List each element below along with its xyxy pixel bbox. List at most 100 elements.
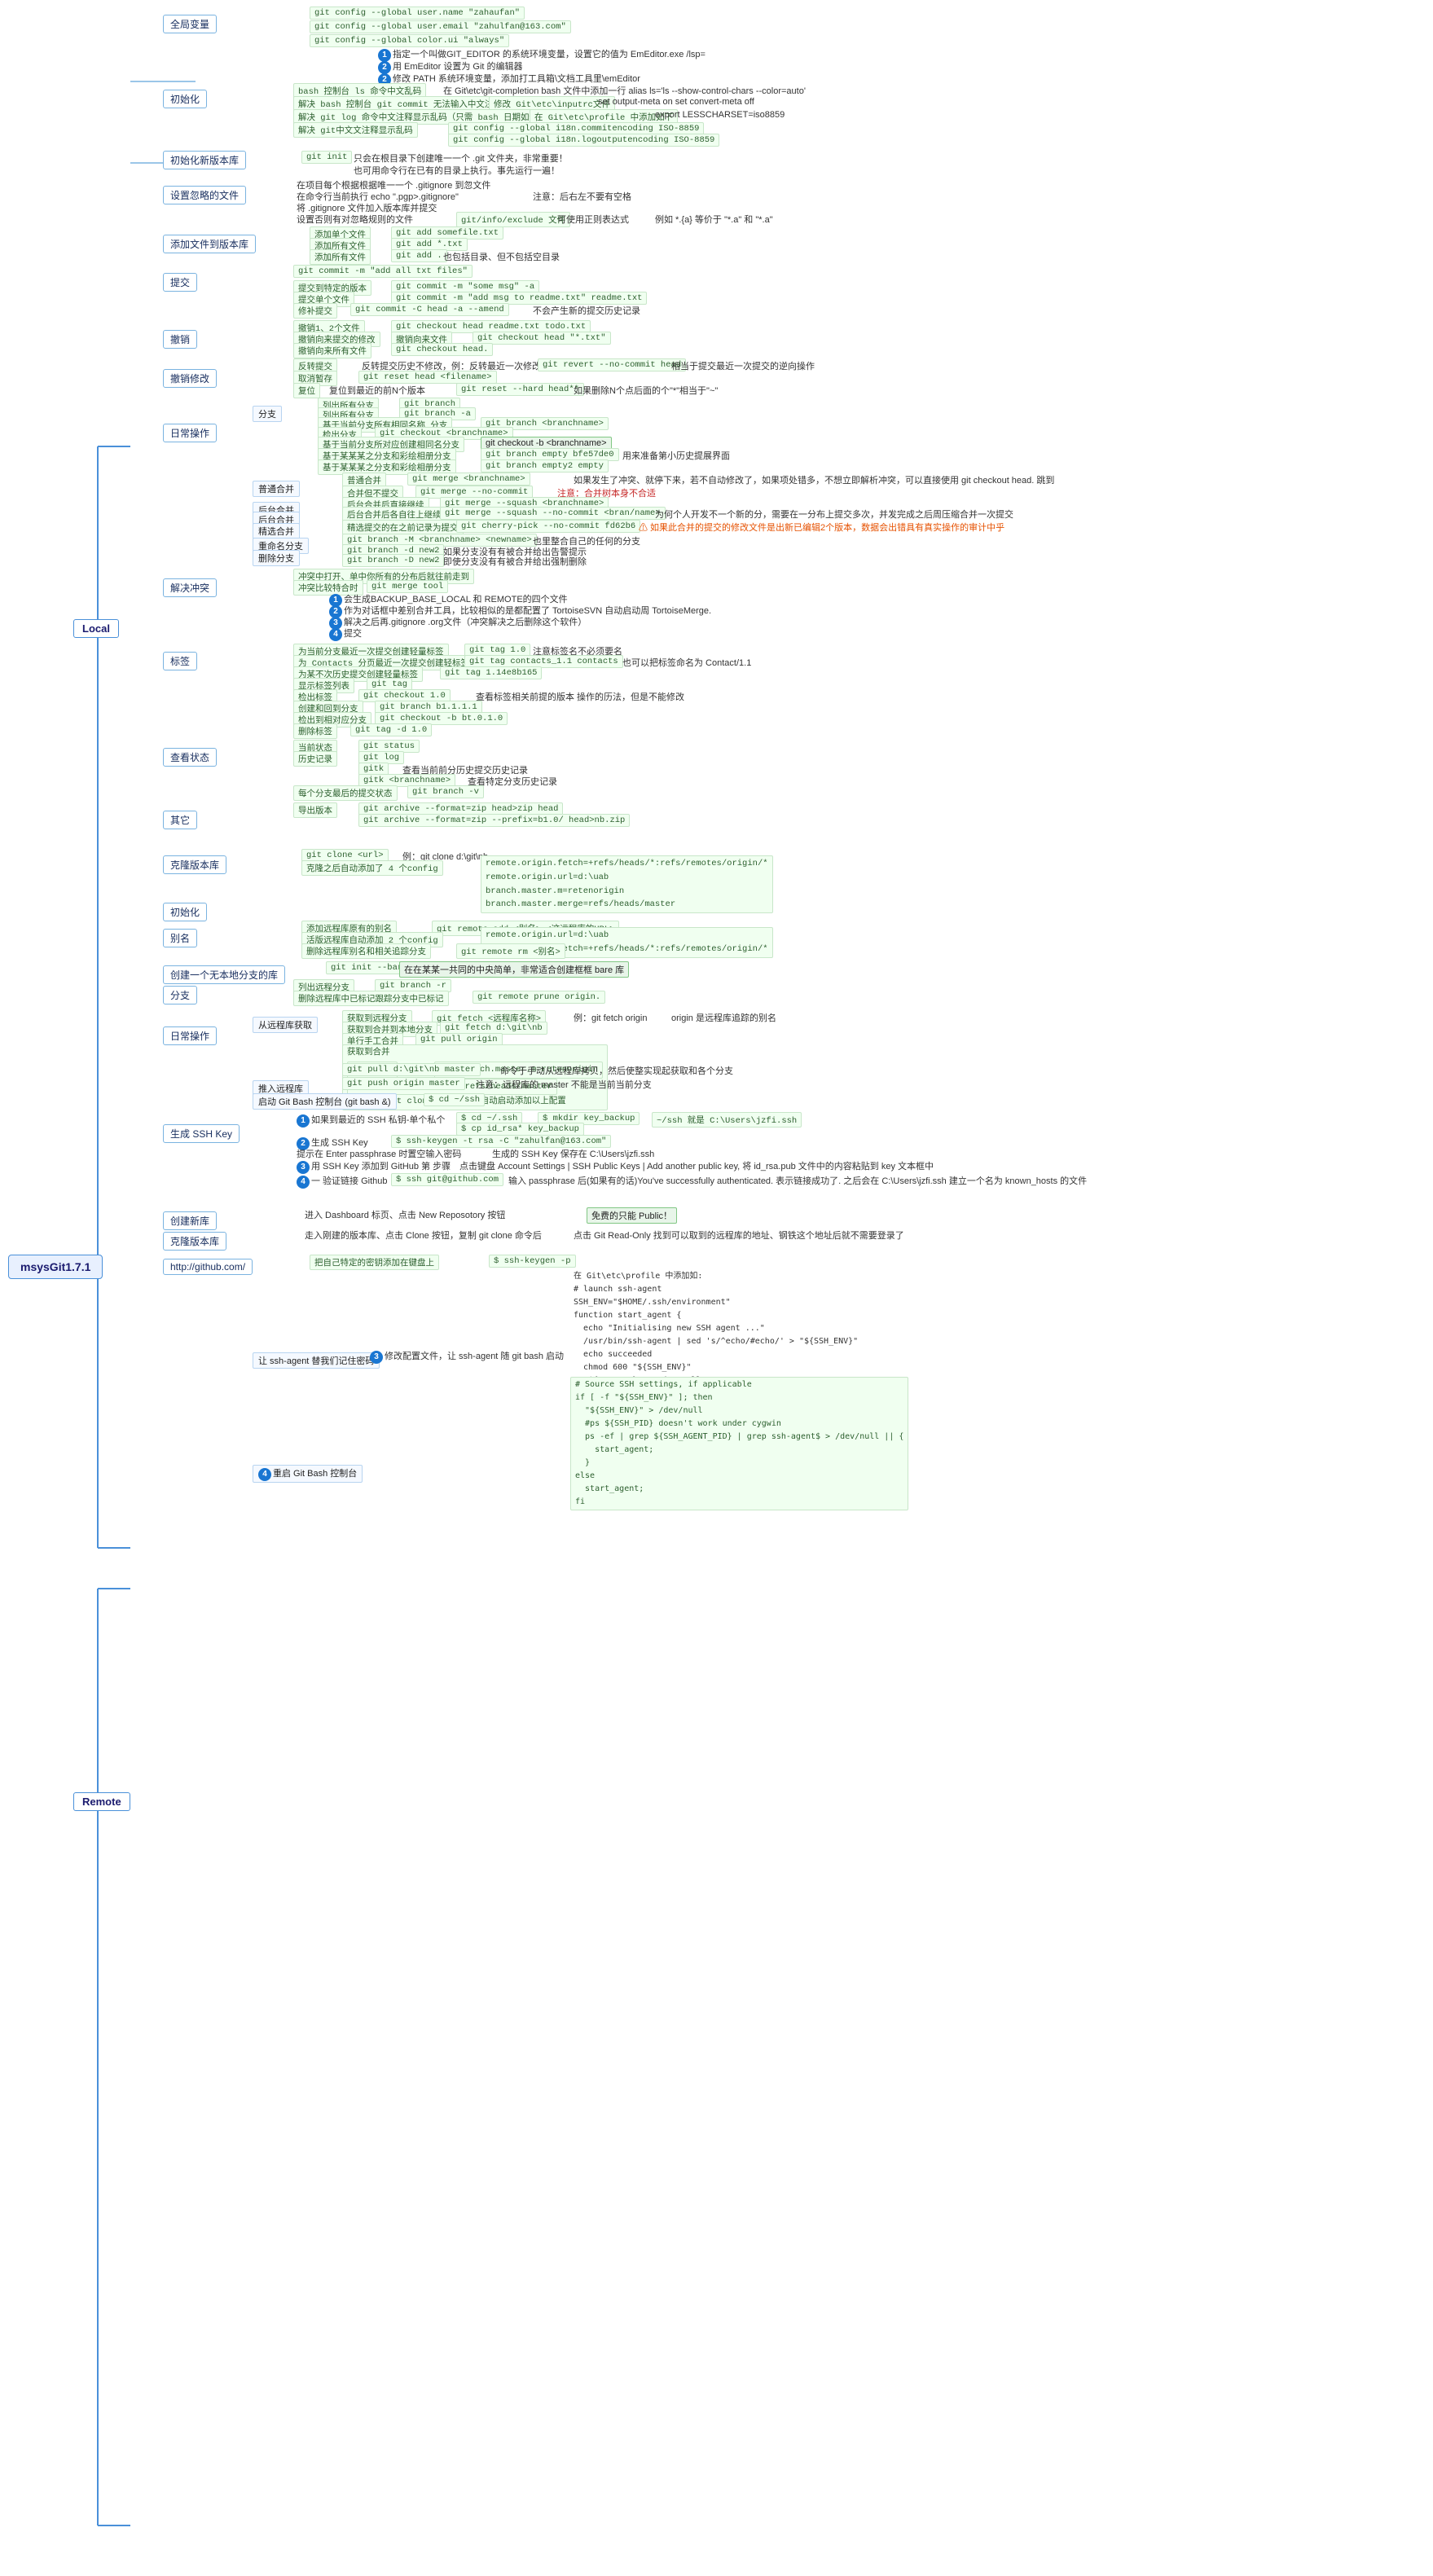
r-clone-config: 克隆之后自动添加了 4 个config [301, 860, 443, 876]
ci-tip1-note: 注意：后右左不要有空格 [530, 189, 635, 204]
um-reset-desc: 复位到最近的前N个版本 [326, 383, 429, 398]
r-alias-delete-git: git remote rm <别名> [456, 943, 565, 959]
r-create-new: 创建新库 [163, 1211, 217, 1230]
t-delete-git: git tag -d 1.0 [350, 723, 432, 736]
init-new-repo: 初始化新版本库 [163, 151, 246, 169]
um-cancel-git: git reset head <filename> [358, 371, 497, 384]
b-empty-tip: 用来准备第小历史提展界面 [619, 448, 733, 463]
r-pull-2: git pull d:\git\nb master [342, 1063, 481, 1076]
r-branch-prune-git: git remote prune origin. [473, 991, 605, 1004]
m-cmd1-git: git merge <branchname> [407, 473, 530, 486]
delete-branch: 删除分支 [253, 550, 300, 566]
r-ssh-agent: 让 ssh-agent 替我们记住密码 [253, 1352, 380, 1369]
commit-cmd4: 修补提交 [293, 303, 337, 319]
r-clone-github-tip: 点击 Git Read-Only 找到可以取到的远程库的地址、钢铁这个地址后就不… [570, 1228, 815, 1242]
r-ssh-step1-cmd3: ~/ssh 就是 C:\Users\jzfi.ssh [652, 1112, 802, 1128]
mindmap-container: msysGit1.7.1 Local Remote 全局变量 git confi… [0, 0, 1433, 2576]
r-create-new-free: 免费的只能 Public！ [587, 1207, 677, 1224]
r-create-bare: 创建一个无本地分支的库 [163, 965, 285, 984]
cs-all-branch: 每个分支最后的提交状态 [293, 785, 398, 801]
r-push-tip: 注意：远程库的 master 不能是当前当前分支 [473, 1077, 655, 1092]
ci-desc3: 设置否则有对忽略规则的文件 [293, 212, 416, 226]
r-init: 初始化 [163, 903, 207, 921]
tags-heading: 标签 [163, 652, 197, 670]
remote-section: Remote [73, 1792, 130, 1811]
r-branch: 分支 [163, 986, 197, 1004]
checkout-2a-git: git checkout head "*.txt" [473, 332, 611, 345]
r-bash-start: 启动 Git Bash 控制台 (git bash &) [253, 1093, 397, 1110]
commit-heading: 提交 [163, 273, 197, 292]
cp-warn: ⚠ 如果此合并的提交的修改文件是出新已编辑2个版本，数据会出错具有真实操作的审计… [635, 520, 880, 534]
r-ssh-step3-detail: 点击键盘 Account Settings | SSH Public Keys … [456, 1158, 864, 1173]
commit-cmd1: git commit -m "add all txt files" [293, 265, 473, 278]
r-ssh-agent-step: 3修改配置文件，让 ssh-agent 随 git bash 启动 [367, 1348, 567, 1365]
r-ssh-source: # Source SSH settings, if applicable if … [570, 1377, 908, 1510]
init-bash2-detail: set output-meta on set convert-meta off [595, 96, 758, 108]
commit-cmd4-git: git commit -C head -a --amend [350, 303, 509, 316]
add-files: 添加文件到版本库 [163, 235, 256, 253]
r-clone-github-step: 走入刚建的版本库、点击 Clone 按钮，复制 git clone 命令后 [301, 1228, 545, 1242]
r-fetch-tip1: 例：git fetch origin [570, 1010, 650, 1025]
r-clone-config-detail: remote.origin.fetch=+refs/heads/*:refs/r… [481, 855, 773, 913]
t-delete: 删除标签 [293, 723, 337, 739]
checkout-3: 撤销向来所有文件 [293, 343, 371, 358]
t-contacts-tip: 也可以把标签命名为 Contact/1.1 [619, 655, 754, 670]
daily-ops: 日常操作 [163, 424, 217, 442]
r-ssh-step1: 1如果到最近的 SSH 私钥-单个私个 [293, 1112, 448, 1128]
r-alias: 别名 [163, 929, 197, 947]
init-bash4-cmd2: git config --global i18n.logoutputencodi… [448, 134, 719, 147]
init-bash3-detail: export LESSCHARSET=iso8859 [652, 109, 788, 121]
local-section: Local [73, 619, 119, 638]
init-heading: 初始化 [163, 90, 207, 108]
t-checkout-tip: 查看标签相关前提的版本 操作的历法，但是不能修改 [473, 689, 688, 704]
init-bash4: 解决 git中文文注释显示乱码 [293, 122, 418, 138]
r-ssh-gen: 生成 SSH Key [163, 1124, 240, 1143]
config-ignore: 设置忽略的文件 [163, 186, 246, 204]
r-ssh-step4-tip: 输入 passphrase 后(如果有的话)You've successfull… [505, 1173, 912, 1188]
other-heading: 其它 [163, 811, 197, 829]
global-var-heading: 全局变量 [163, 15, 217, 33]
init-new-tip: 也可用命令行在已有的目录上执行。事先运行一遍！ [350, 163, 563, 178]
r-github-ssh-cmd: $ ssh-keygen -p [489, 1255, 576, 1268]
branch-sub: 分支 [253, 406, 282, 422]
other-archive: 导出版本 [293, 802, 337, 818]
r-clone-github: 克隆版本库 [163, 1232, 226, 1251]
rc-tip5: 4提交 [326, 626, 365, 642]
checkout-heading: 撤销 [163, 330, 197, 349]
check-status: 查看状态 [163, 748, 217, 767]
other-archive-git2: git archive --format=zip --prefix=b1.0/ … [358, 814, 630, 827]
r-restart-bash: 4重启 Git Bash 控制台 [253, 1465, 363, 1483]
r-ssh-step4: 4一 验证链接 Github [293, 1173, 391, 1189]
t-specific-git: git tag 1.14e8b165 [440, 666, 542, 679]
cs-all-branch-git: git branch -v [407, 785, 484, 798]
r-ssh-step3: 3用 SSH Key 添加到 GitHub 第 步骤 [293, 1158, 454, 1175]
r-github-url: http://github.com/ [163, 1259, 253, 1275]
rc-tip4: 3解决之后再.gitignore .org文件（冲突解决之后删除这个软件） [326, 614, 590, 631]
b-empty2-git: git branch empty2 empty [481, 459, 609, 473]
cp-git: git cherry-pick --no-commit fd62b6 [456, 520, 640, 533]
ci-tip3: 可使用正则表达式 [554, 212, 632, 226]
r-alias-delete: 删除远程库别名和相关追踪分支 [301, 943, 431, 959]
um-reset-tip: 如果删除N个点后面的个"*"相当于"~" [570, 383, 721, 398]
r-create-bare-tip: 在在某某一共同的中央简单，非常适合创建框框 bare 库 [399, 961, 629, 978]
gv-cmd1: git config --global user.name "zahaufan" [310, 7, 525, 20]
undo-modify: 撤销修改 [163, 369, 217, 388]
af-tip3: 也包括目录、但不包括空目录 [440, 249, 563, 264]
cs-log: 历史记录 [293, 751, 337, 767]
r-github-ssh-key-gen: 把自己特定的密钥添加在键盘上 [310, 1255, 439, 1270]
af-cmd3-git: git add . [391, 249, 447, 262]
r-bash-cmd: $ cd ~/ssh [424, 1093, 485, 1106]
r-ssh-step4-cmd: $ ssh git@github.com [391, 1173, 503, 1186]
r-fetch-tip2: origin 是远程库追踪的别名 [668, 1010, 780, 1025]
commit-tip4: 不会产生新的提交历史记录 [530, 303, 644, 318]
checkout-3-git: git checkout head. [391, 343, 493, 356]
db-git2: git branch -D new2 [342, 554, 444, 567]
selm-git: git merge --squash --no-commit <bran/nam… [440, 507, 666, 520]
um-reset: 复位 [293, 383, 320, 398]
r-push-git: git push origin master [342, 1077, 465, 1090]
merge-sub: 普通合并 [253, 481, 300, 497]
r-clone: 克隆版本库 [163, 855, 226, 874]
resolve-conflict: 解决冲突 [163, 578, 217, 597]
um-revert-git: git revert --no-commit head [538, 358, 686, 371]
root-node: msysGit1.7.1 [8, 1255, 103, 1279]
